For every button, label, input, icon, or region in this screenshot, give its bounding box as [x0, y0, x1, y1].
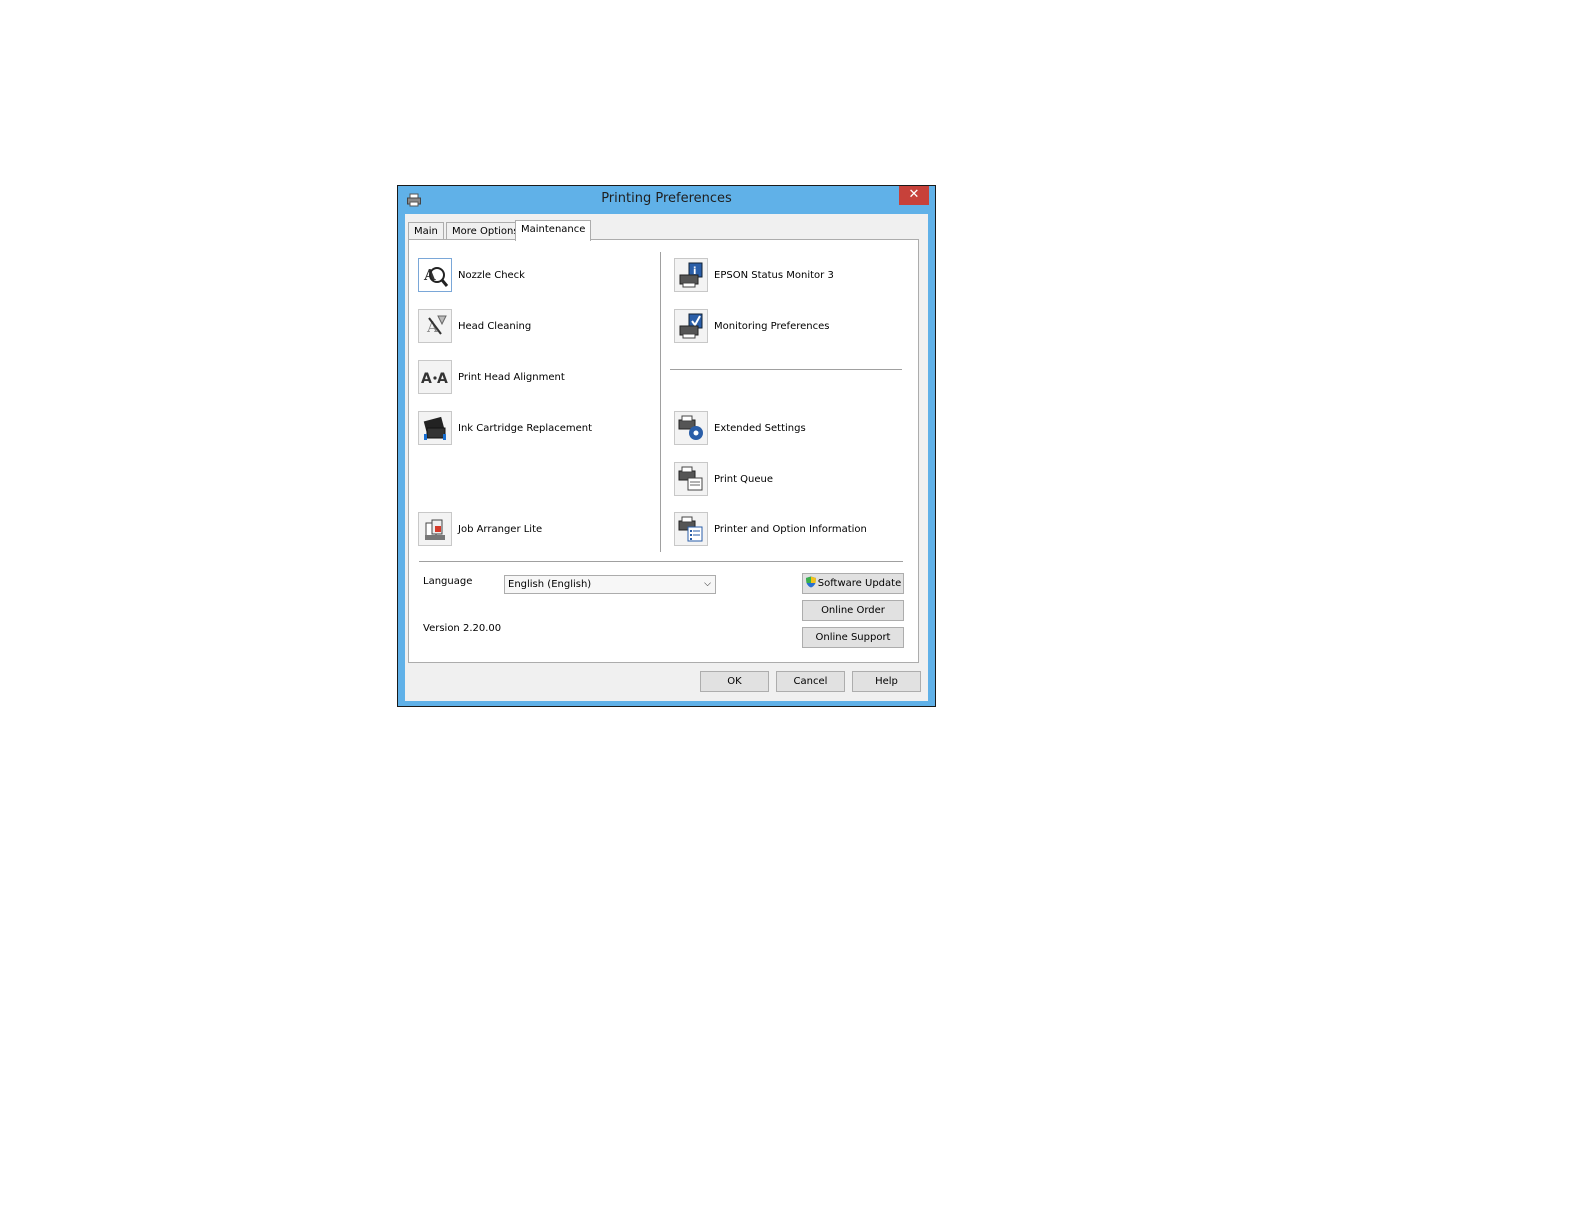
extended-settings-label: Extended Settings — [714, 422, 806, 434]
job-arranger-lite-label: Job Arranger Lite — [458, 523, 543, 535]
printer-info-icon[interactable] — [674, 512, 708, 546]
maintenance-panel: A Nozzle Check A Head Cleaning A A Print… — [408, 239, 919, 663]
nozzle-check-icon[interactable]: A — [418, 258, 452, 292]
ink-cartridge-replacement-item[interactable]: Ink Cartridge Replacement — [418, 409, 592, 447]
software-update-label: Software Update — [817, 578, 902, 589]
window-title: Printing Preferences — [601, 191, 732, 206]
print-head-alignment-label: Print Head Alignment — [458, 371, 565, 383]
head-cleaning-icon[interactable]: A — [418, 309, 452, 343]
status-monitor-label: EPSON Status Monitor 3 — [714, 269, 834, 281]
monitoring-preferences-item[interactable]: Monitoring Preferences — [674, 307, 829, 345]
print-queue-label: Print Queue — [714, 473, 774, 485]
ink-cartridge-replacement-label: Ink Cartridge Replacement — [458, 422, 593, 434]
head-cleaning-item[interactable]: A Head Cleaning — [418, 307, 531, 345]
monitoring-preferences-icon[interactable] — [674, 309, 708, 343]
extended-settings-icon[interactable] — [674, 411, 708, 445]
job-arranger-icon[interactable] — [418, 512, 452, 546]
version-text: Version 2.20.00 — [423, 623, 502, 634]
bottom-divider — [419, 561, 903, 562]
nozzle-check-label: Nozzle Check — [458, 269, 525, 281]
tab-more-options[interactable]: More Options — [446, 222, 525, 240]
shield-icon — [805, 576, 817, 595]
language-select[interactable]: English (English) ⌵ — [504, 575, 716, 594]
status-monitor-icon[interactable]: i — [674, 258, 708, 292]
online-support-button[interactable]: Online Support — [802, 627, 904, 648]
job-arranger-lite-item[interactable]: Job Arranger Lite — [418, 510, 542, 548]
right-column-divider — [670, 369, 902, 370]
print-head-alignment-item[interactable]: A A Print Head Alignment — [418, 358, 565, 396]
title-bar[interactable]: Printing Preferences ✕ — [398, 186, 935, 214]
cancel-button[interactable]: Cancel — [776, 671, 845, 692]
print-head-alignment-icon[interactable]: A A — [418, 360, 452, 394]
tab-maintenance[interactable]: Maintenance — [515, 220, 592, 241]
head-cleaning-label: Head Cleaning — [458, 320, 532, 332]
column-divider — [660, 252, 661, 552]
extended-settings-item[interactable]: Extended Settings — [674, 409, 806, 447]
dialog-body: Main More Options Maintenance A Nozzle C… — [405, 214, 928, 701]
printer-option-info-label: Printer and Option Information — [714, 523, 867, 535]
svg-text:A: A — [437, 371, 448, 387]
monitoring-preferences-label: Monitoring Preferences — [714, 320, 830, 332]
status-monitor-item[interactable]: i EPSON Status Monitor 3 — [674, 256, 834, 294]
help-button[interactable]: Help — [852, 671, 921, 692]
print-queue-item[interactable]: Print Queue — [674, 460, 773, 498]
software-update-button[interactable]: Software Update — [802, 573, 904, 594]
print-queue-icon[interactable] — [674, 462, 708, 496]
svg-text:A: A — [421, 371, 432, 387]
tab-main[interactable]: Main — [408, 222, 444, 240]
language-selected-value: English (English) — [508, 579, 592, 590]
online-order-button[interactable]: Online Order — [802, 600, 904, 621]
ok-button[interactable]: OK — [700, 671, 769, 692]
close-button[interactable]: ✕ — [899, 186, 929, 205]
printing-preferences-window: Printing Preferences ✕ Main More Options… — [397, 185, 936, 707]
ink-cartridge-icon[interactable] — [418, 411, 452, 445]
language-label: Language — [423, 576, 473, 587]
chevron-down-icon: ⌵ — [704, 579, 711, 589]
printer-option-info-item[interactable]: Printer and Option Information — [674, 510, 867, 548]
nozzle-check-item[interactable]: A Nozzle Check — [418, 256, 525, 294]
